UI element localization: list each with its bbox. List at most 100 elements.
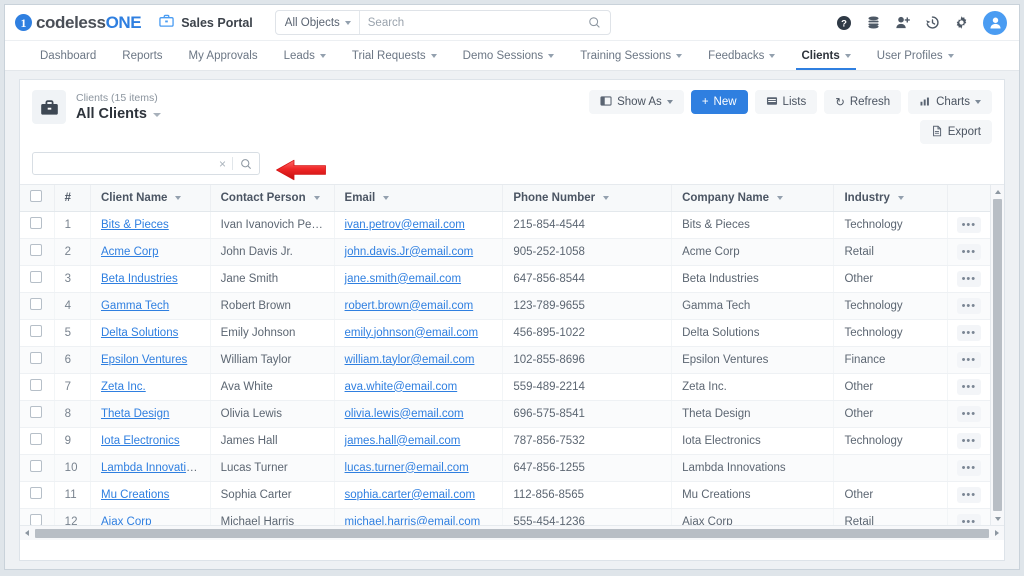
column-header-industry[interactable]: Industry	[833, 185, 948, 212]
nav-item-my-approvals[interactable]: My Approvals	[176, 41, 271, 70]
scroll-right-button[interactable]	[990, 527, 1004, 540]
row-checkbox[interactable]	[30, 298, 42, 310]
row-checkbox[interactable]	[30, 406, 42, 418]
column-header-phone-number[interactable]: Phone Number	[502, 185, 673, 212]
row-checkbox[interactable]	[30, 271, 42, 283]
client-name-link[interactable]: Beta Industries	[101, 273, 178, 285]
global-search-input[interactable]	[359, 16, 588, 29]
lists-button[interactable]: Lists	[754, 90, 818, 114]
row-checkbox[interactable]	[30, 244, 42, 256]
row-menu-button[interactable]: •••	[956, 216, 981, 233]
row-menu-button[interactable]: •••	[956, 270, 981, 287]
email-link[interactable]: lucas.turner@email.com	[345, 462, 469, 474]
column-header-company-name[interactable]: Company Name	[671, 185, 835, 212]
client-name-link[interactable]: Epsilon Ventures	[101, 354, 187, 366]
email-link[interactable]: michael.harris@email.com	[345, 516, 481, 526]
search-icon[interactable]	[233, 158, 259, 170]
client-name-link[interactable]: Ajax Corp	[101, 516, 152, 526]
client-name-link[interactable]: Mu Creations	[101, 489, 169, 501]
row-checkbox[interactable]	[30, 379, 42, 391]
client-name-link[interactable]: Acme Corp	[101, 246, 159, 258]
column-header-client-name[interactable]: Client Name	[90, 185, 211, 212]
client-name-link[interactable]: Bits & Pieces	[101, 219, 169, 231]
avatar[interactable]	[983, 10, 1007, 35]
row-menu-button[interactable]: •••	[956, 297, 981, 314]
nav-item-clients[interactable]: Clients	[788, 41, 863, 70]
app-logo[interactable]: 1 codelessONE	[15, 13, 142, 33]
row-menu-button[interactable]: •••	[956, 486, 981, 503]
nav-item-demo-sessions[interactable]: Demo Sessions	[450, 41, 568, 70]
row-checkbox[interactable]	[30, 325, 42, 337]
email-link[interactable]: sophia.carter@email.com	[345, 489, 476, 501]
client-name-link[interactable]: Delta Solutions	[101, 327, 178, 339]
row-checkbox[interactable]	[30, 433, 42, 445]
row-checkbox[interactable]	[30, 487, 42, 499]
search-icon[interactable]	[588, 16, 610, 29]
help-icon[interactable]: ?	[836, 15, 852, 31]
vertical-scroll-thumb[interactable]	[993, 199, 1002, 511]
client-name-link[interactable]: Theta Design	[101, 408, 169, 420]
table-row[interactable]: 5 Delta Solutions Emily Johnson emily.johns…	[20, 319, 990, 347]
nav-item-dashboard[interactable]: Dashboard	[27, 41, 109, 70]
vertical-scrollbar[interactable]	[990, 185, 1004, 525]
nav-item-trial-requests[interactable]: Trial Requests	[339, 41, 450, 70]
clear-icon[interactable]: ×	[213, 158, 232, 170]
email-link[interactable]: james.hall@email.com	[345, 435, 461, 447]
table-row[interactable]: 1 Bits & Pieces Ivan Ivanovich Petrov ivan.…	[20, 211, 990, 239]
row-menu-button[interactable]: •••	[956, 405, 981, 422]
nav-item-leads[interactable]: Leads	[271, 41, 339, 70]
scroll-down-button[interactable]	[991, 512, 1005, 525]
row-menu-button[interactable]: •••	[956, 243, 981, 260]
row-menu-button[interactable]: •••	[956, 351, 981, 368]
email-link[interactable]: olivia.lewis@email.com	[345, 408, 464, 420]
email-link[interactable]: jane.smith@email.com	[345, 273, 462, 285]
select-all-checkbox[interactable]	[30, 190, 42, 203]
nav-item-user-profiles[interactable]: User Profiles	[864, 41, 967, 70]
row-checkbox[interactable]	[30, 217, 42, 229]
table-row[interactable]: 4 Gamma Tech Robert Brown robert.brown@emai…	[20, 292, 990, 320]
nav-item-training-sessions[interactable]: Training Sessions	[567, 41, 695, 70]
row-menu-button[interactable]: •••	[956, 432, 981, 449]
column-header-contact-person[interactable]: Contact Person	[210, 185, 335, 212]
table-row[interactable]: 9 Iota Electronics James Hall james.hall@em…	[20, 427, 990, 455]
table-row[interactable]: 6 Epsilon Ventures William Taylor william.t…	[20, 346, 990, 374]
client-name-link[interactable]: Iota Electronics	[101, 435, 180, 447]
email-link[interactable]: ava.white@email.com	[345, 381, 458, 393]
email-link[interactable]: john.davis.Jr@email.com	[345, 246, 474, 258]
email-link[interactable]: william.taylor@email.com	[345, 354, 475, 366]
table-row[interactable]: 7 Zeta Inc. Ava White ava.white@email.com 55…	[20, 373, 990, 401]
scroll-left-button[interactable]	[20, 527, 34, 540]
refresh-button[interactable]: ↻ Refresh	[824, 90, 902, 114]
view-selector[interactable]: All Clients	[76, 105, 161, 124]
scroll-up-button[interactable]	[991, 185, 1005, 198]
charts-button[interactable]: Charts	[908, 90, 992, 114]
row-menu-button[interactable]: •••	[956, 324, 981, 341]
client-name-link[interactable]: Gamma Tech	[101, 300, 169, 312]
row-checkbox[interactable]	[30, 352, 42, 364]
portal-switcher[interactable]: Sales Portal	[159, 13, 253, 33]
column-header-email[interactable]: Email	[334, 185, 504, 212]
horizontal-scroll-thumb[interactable]	[35, 528, 989, 538]
row-checkbox[interactable]	[30, 460, 42, 472]
email-link[interactable]: ivan.petrov@email.com	[345, 219, 465, 231]
row-menu-button[interactable]: •••	[956, 378, 981, 395]
nav-item-feedbacks[interactable]: Feedbacks	[695, 41, 788, 70]
object-filter-dropdown[interactable]: All Objects	[276, 11, 360, 34]
gear-icon[interactable]	[954, 15, 969, 30]
table-row[interactable]: 8 Theta Design Olivia Lewis olivia.lewis@em…	[20, 400, 990, 428]
table-row[interactable]: 3 Beta Industries Jane Smith jane.smith@ema…	[20, 265, 990, 293]
history-icon[interactable]	[925, 15, 940, 30]
horizontal-scrollbar[interactable]	[20, 525, 1004, 540]
show-as-button[interactable]: Show As	[589, 90, 684, 114]
nav-item-reports[interactable]: Reports	[109, 41, 175, 70]
client-name-link[interactable]: Lambda Innovations	[101, 462, 205, 474]
email-link[interactable]: emily.johnson@email.com	[345, 327, 479, 339]
client-name-link[interactable]: Zeta Inc.	[101, 381, 146, 393]
add-user-icon[interactable]	[895, 15, 911, 30]
table-row[interactable]: 11 Mu Creations Sophia Carter sophia.carter…	[20, 481, 990, 509]
row-menu-button[interactable]: •••	[956, 459, 981, 476]
search-input[interactable]	[33, 157, 213, 170]
email-link[interactable]: robert.brown@email.com	[345, 300, 474, 312]
table-row[interactable]: 10 Lambda Innovations Lucas Turner lucas.tu…	[20, 454, 990, 482]
database-icon[interactable]	[866, 15, 881, 30]
